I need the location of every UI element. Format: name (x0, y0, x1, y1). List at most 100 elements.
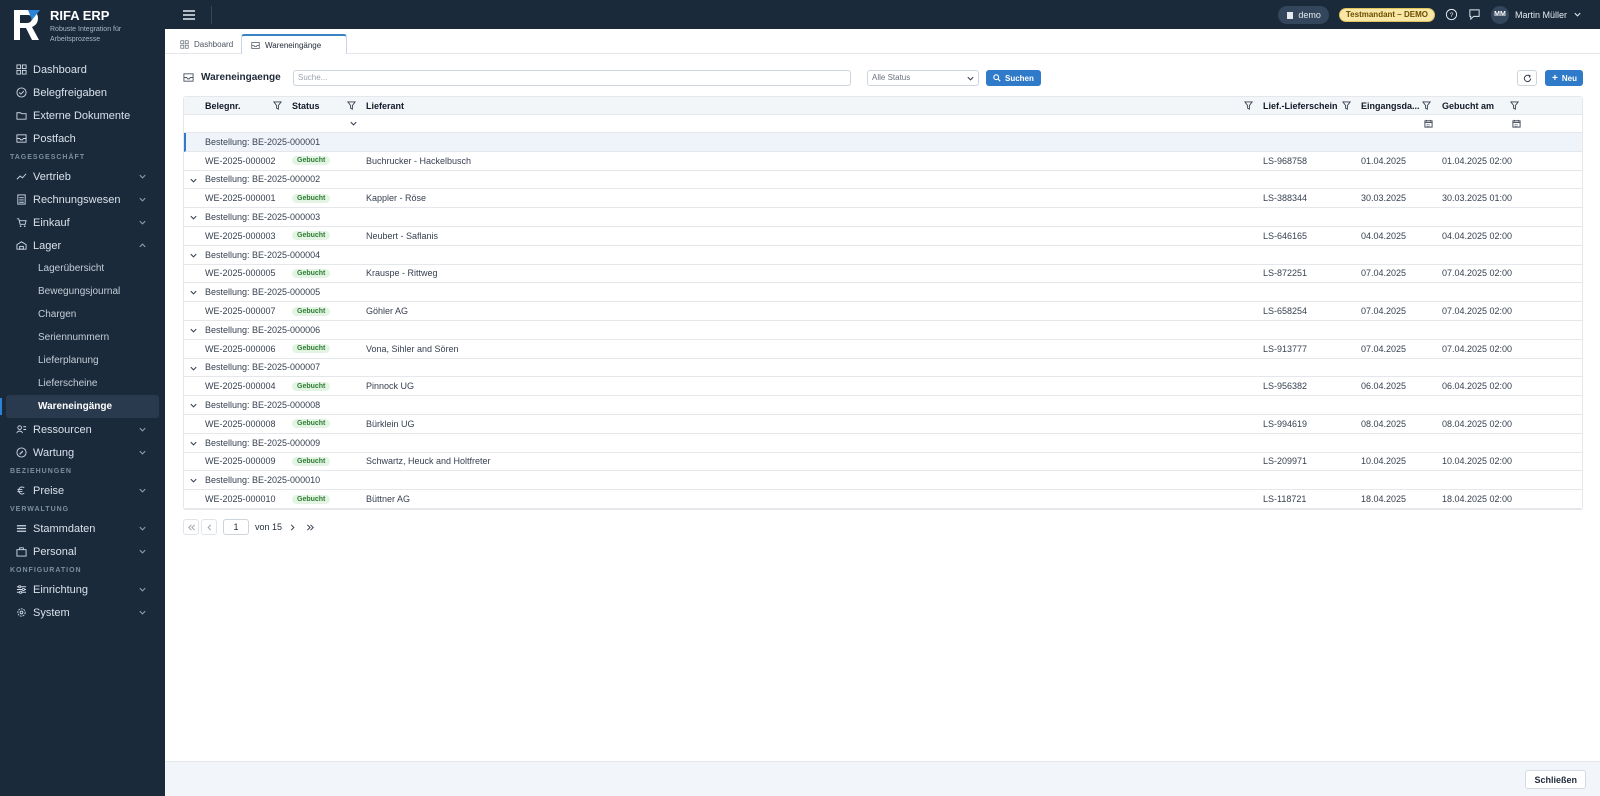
sidebar-subitem-chargen[interactable]: Chargen (0, 303, 165, 326)
table-row[interactable]: WE-2025-000003 Gebucht Neubert - Saflanis L… (184, 227, 1582, 246)
sidebar-item-belegfreigaben[interactable]: Belegfreigaben (0, 81, 165, 104)
status-badge: Gebucht (292, 344, 331, 354)
filter-icon[interactable] (347, 101, 356, 110)
chevron-down-icon[interactable] (189, 401, 198, 410)
table-row[interactable]: WE-2025-000006 Gebucht Vona, Sihler and Sö… (184, 340, 1582, 359)
feedback-icon[interactable] (1468, 8, 1481, 21)
status-badge: Gebucht (292, 231, 331, 241)
filter-icon[interactable] (1244, 101, 1253, 110)
calendar-icon[interactable] (1512, 119, 1521, 128)
sidebar-subitem-lieferplanung[interactable]: Lieferplanung (0, 349, 165, 372)
chevron-down-icon[interactable] (189, 326, 198, 335)
calendar-icon[interactable] (1424, 119, 1433, 128)
sidebar-subitem-lageruebersicht[interactable]: Lagerübersicht (0, 257, 165, 280)
chevron-down-icon (139, 220, 146, 225)
help-icon[interactable]: ? (1445, 8, 1458, 21)
sidebar-item-ressourcen[interactable]: Ressourcen (0, 418, 165, 441)
refresh-button[interactable] (1517, 70, 1537, 86)
col-gebucht-am[interactable]: Gebucht am (1442, 97, 1494, 114)
sidebar-item-rechnungswesen[interactable]: Rechnungswesen (0, 188, 165, 211)
sidebar-subitem-seriennummern[interactable]: Seriennummern (0, 326, 165, 349)
cell-belegnr: WE-2025-000001 (205, 193, 276, 204)
col-status[interactable]: Status (292, 97, 320, 114)
table-row[interactable]: WE-2025-000010 Gebucht Büttner AG LS-118721… (184, 490, 1582, 509)
chevron-down-icon[interactable] (189, 288, 198, 297)
sidebar-subitem-wareneingaenge[interactable]: Wareneingänge (0, 395, 159, 418)
chevron-down-icon[interactable] (189, 213, 198, 222)
check-circle-icon (16, 87, 27, 98)
chevron-down-icon[interactable] (189, 176, 198, 185)
sidebar-item-preise[interactable]: Preise (0, 479, 165, 502)
sidebar-item-dashboard[interactable]: Dashboard (0, 58, 165, 81)
building-icon (1287, 11, 1294, 19)
table-row[interactable]: WE-2025-000009 Gebucht Schwartz, Heuck and… (184, 453, 1582, 472)
chevron-down-icon[interactable] (189, 476, 198, 485)
chevron-down-icon[interactable] (349, 119, 358, 128)
table-row[interactable]: WE-2025-000002 Gebucht Buchrucker - Hackel… (184, 152, 1582, 171)
first-page-button[interactable] (183, 519, 199, 535)
new-button[interactable]: + Neu (1545, 70, 1583, 86)
table-row[interactable]: WE-2025-000007 Gebucht Göhler AG LS-658254 0… (184, 302, 1582, 321)
filter-icon[interactable] (1510, 101, 1519, 110)
col-lieferschein[interactable]: Lief.-Lieferschein (1263, 97, 1338, 114)
group-row[interactable]: Bestellung: BE-2025-000004 (184, 246, 1582, 265)
next-page-button[interactable] (284, 519, 300, 535)
cell-lieferant: Vona, Sihler and Sören (366, 343, 459, 354)
table-row[interactable]: WE-2025-000004 Gebucht Pinnock UG LS-956382… (184, 377, 1582, 397)
filter-icon[interactable] (1342, 101, 1351, 110)
cell-eingangsdatum: 07.04.2025 (1361, 343, 1407, 354)
status-select[interactable]: Alle Status (867, 70, 979, 86)
table-row[interactable]: WE-2025-000001 Gebucht Kappler - Röse LS-38… (184, 189, 1582, 209)
close-button[interactable]: Schließen (1525, 770, 1586, 789)
chevron-down-icon[interactable] (189, 364, 198, 373)
group-row[interactable]: Bestellung: BE-2025-000003 (184, 208, 1582, 227)
prev-page-button[interactable] (201, 519, 217, 535)
sidebar-item-einrichtung[interactable]: Einrichtung (0, 578, 165, 601)
group-row[interactable]: Bestellung: BE-2025-000006 (184, 321, 1582, 340)
tab-wareneingaenge[interactable]: Wareneingänge (241, 34, 347, 54)
chevron-down-icon[interactable] (189, 439, 198, 448)
group-row[interactable]: Bestellung: BE-2025-000001 (184, 133, 1582, 152)
table-row[interactable]: WE-2025-000008 Gebucht Bürklein UG LS-99461… (184, 415, 1582, 434)
group-row[interactable]: Bestellung: BE-2025-000002 (184, 171, 1582, 190)
sidebar-subitem-lieferscheine[interactable]: Lieferscheine (0, 372, 165, 395)
cell-lieferschein: LS-994619 (1263, 418, 1308, 429)
menu-icon[interactable] (181, 7, 197, 23)
user-menu[interactable]: MM Martin Müller (1490, 5, 1582, 24)
last-page-button[interactable] (302, 519, 318, 535)
dashboard-icon (180, 39, 189, 49)
group-row[interactable]: Bestellung: BE-2025-000009 (184, 434, 1582, 453)
group-row[interactable]: Bestellung: BE-2025-000008 (184, 396, 1582, 415)
group-row[interactable]: Bestellung: BE-2025-000010 (184, 471, 1582, 491)
col-belegnr[interactable]: Belegnr. (205, 97, 241, 114)
chevron-down-icon[interactable] (189, 251, 198, 260)
sidebar-item-einkauf[interactable]: Einkauf (0, 211, 165, 234)
sidebar-item-externe-dokumente[interactable]: Externe Dokumente (0, 104, 165, 127)
trend-icon (16, 173, 27, 180)
search-input[interactable]: Suche... (293, 70, 851, 86)
col-lieferant[interactable]: Lieferant (366, 97, 404, 114)
inbox-icon (183, 73, 194, 82)
sidebar-item-stammdaten[interactable]: Stammdaten (0, 517, 165, 540)
col-eingangsdatum[interactable]: Eingangsda... (1361, 97, 1420, 114)
sidebar-subitem-bewegungsjournal[interactable]: Bewegungsjournal (0, 280, 165, 303)
sidebar-item-postfach[interactable]: Postfach (0, 127, 165, 150)
sidebar-item-lager[interactable]: Lager (0, 234, 165, 257)
table-row[interactable]: WE-2025-000005 Gebucht Krauspe - Rittweg LS… (184, 265, 1582, 284)
toolbar: Wareneingaenge Suche... Alle Status Such… (183, 70, 1583, 88)
filter-icon[interactable] (1422, 101, 1431, 110)
tenant-switcher[interactable]: demo (1278, 5, 1329, 24)
sidebar-item-system[interactable]: System (0, 601, 165, 624)
cell-lieferant: Kappler - Röse (366, 193, 427, 204)
tab-dashboard[interactable]: Dashboard (171, 34, 242, 54)
group-row[interactable]: Bestellung: BE-2025-000007 (184, 359, 1582, 378)
page-input[interactable]: 1 (223, 519, 249, 535)
filter-icon[interactable] (273, 101, 282, 110)
sidebar-item-vertrieb[interactable]: Vertrieb (0, 165, 165, 188)
sidebar-item-wartung[interactable]: Wartung (0, 441, 165, 464)
cell-belegnr: WE-2025-000009 (205, 456, 276, 467)
group-row[interactable]: Bestellung: BE-2025-000005 (184, 283, 1582, 303)
search-button[interactable]: Suchen (986, 70, 1041, 86)
sidebar-item-personal[interactable]: Personal (0, 540, 165, 563)
brand[interactable]: RIFA ERP Robuste Integration für Arbeits… (0, 0, 165, 50)
